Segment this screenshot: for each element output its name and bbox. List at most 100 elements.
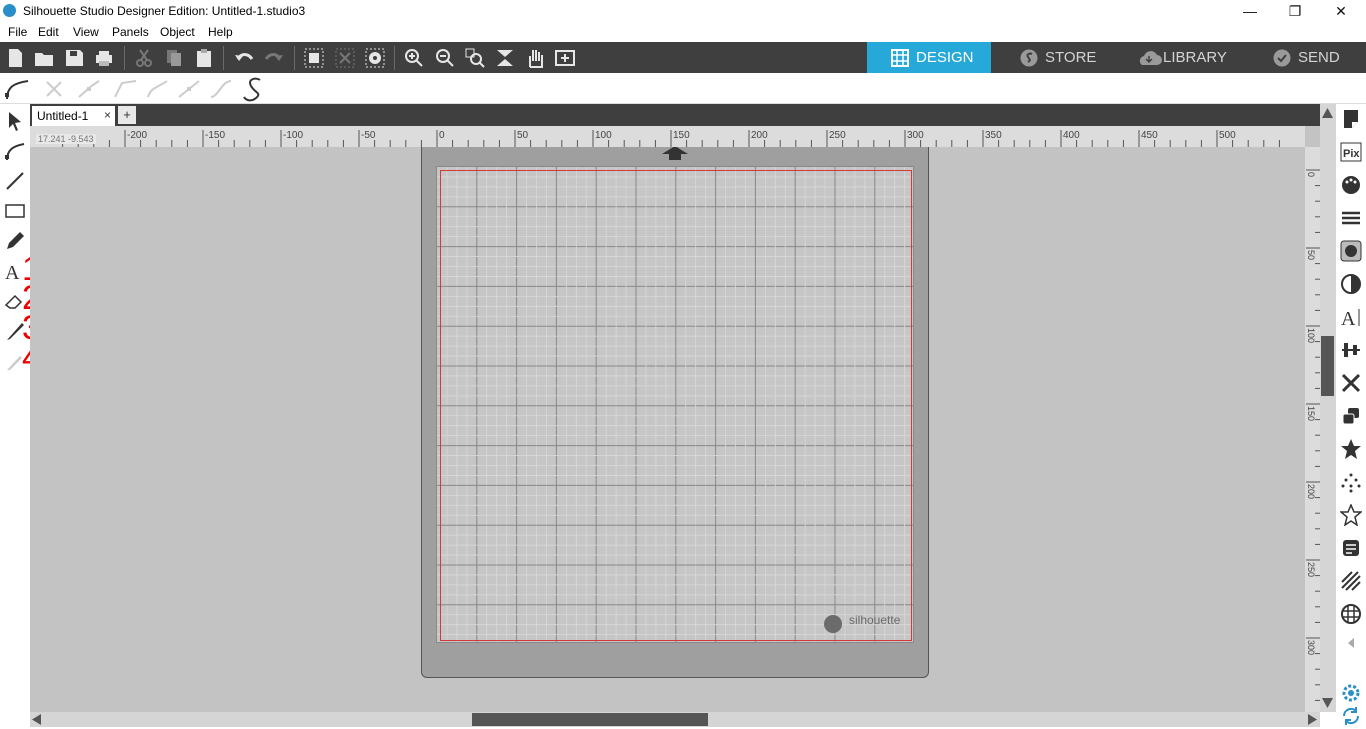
ruler-label: 450: [1141, 130, 1158, 141]
add-page-icon[interactable]: [554, 47, 576, 69]
tab-library[interactable]: LIBRARY: [1115, 42, 1240, 73]
close-button[interactable]: ✕: [1331, 2, 1351, 20]
delete-point-icon[interactable]: [44, 79, 64, 99]
open-folder-icon[interactable]: [33, 47, 55, 69]
app-logo-icon: [3, 4, 16, 17]
add-tab-button[interactable]: +: [118, 106, 136, 124]
shapes-star-outline-icon[interactable]: [1340, 504, 1362, 526]
menu-panels[interactable]: Panels: [112, 25, 149, 39]
menu-help[interactable]: Help: [208, 25, 233, 39]
scroll-down-icon[interactable]: [1322, 698, 1333, 708]
menu-edit[interactable]: Edit: [38, 25, 59, 39]
modify-star-icon[interactable]: [1340, 438, 1362, 460]
compound-path-icon[interactable]: [364, 47, 386, 69]
pixscan-icon[interactable]: Pix: [1340, 141, 1362, 163]
print-icon[interactable]: [93, 47, 115, 69]
tab-store[interactable]: STORE: [991, 42, 1115, 73]
fill-pattern-icon[interactable]: [1340, 240, 1362, 262]
ruler-label: 350: [985, 130, 1002, 141]
curve-line-icon[interactable]: [208, 77, 234, 101]
simplify-path-icon[interactable]: [240, 75, 268, 103]
close-tab-icon[interactable]: ×: [104, 108, 111, 122]
tab-send[interactable]: SEND: [1240, 42, 1366, 73]
ungroup-icon[interactable]: [334, 47, 356, 69]
collapse-panel-icon[interactable]: [1340, 632, 1362, 654]
fill-gradient-icon[interactable]: [1340, 273, 1362, 295]
cursor-coordinates: 17.241 -9.543: [36, 134, 96, 144]
edit-points-icon[interactable]: [4, 77, 30, 101]
toolbar-separator: [124, 46, 125, 70]
library-grid-icon[interactable]: [1340, 603, 1362, 625]
ruler-label: -200: [127, 130, 147, 141]
fit-to-page-icon[interactable]: [494, 47, 516, 69]
menu-object[interactable]: Object: [160, 25, 195, 39]
text-style-icon[interactable]: A: [1340, 306, 1362, 328]
svg-text:A: A: [1341, 308, 1356, 328]
toolbar-separator: [294, 46, 295, 70]
settings-gear-icon[interactable]: [1340, 682, 1362, 704]
point-edit-icon[interactable]: [4, 140, 26, 162]
line-style-icon[interactable]: [1340, 207, 1362, 229]
scroll-up-icon[interactable]: [1322, 108, 1333, 118]
break-path-icon[interactable]: [76, 77, 102, 101]
cut-scissors-icon[interactable]: [133, 47, 155, 69]
page-setup-icon[interactable]: [1340, 108, 1362, 130]
right-panel-toolbar: Pix A: [1336, 104, 1366, 729]
redo-icon[interactable]: [263, 47, 285, 69]
restore-button[interactable]: ❐: [1285, 2, 1305, 20]
make-corner-icon[interactable]: [112, 77, 138, 101]
tab-design-label: DESIGN: [916, 49, 974, 66]
check-circle-icon: [1273, 49, 1291, 67]
design-canvas[interactable]: silhouette: [30, 126, 1320, 712]
vertical-scroll-thumb[interactable]: [1321, 336, 1334, 396]
ruler-label: 250: [1306, 562, 1316, 577]
cloud-icon: [1139, 51, 1162, 65]
copy-icon[interactable]: [163, 47, 185, 69]
transform-icon[interactable]: [1340, 372, 1362, 394]
minimize-button[interactable]: —: [1240, 2, 1260, 20]
select-arrow-icon[interactable]: [4, 110, 26, 132]
horizontal-scrollbar[interactable]: [30, 712, 1320, 727]
paste-clipboard-icon[interactable]: [193, 47, 215, 69]
ruler-label: 0: [1306, 172, 1316, 177]
ruler-label: 300: [1306, 640, 1316, 655]
menu-view[interactable]: View: [73, 25, 99, 39]
make-smooth-icon[interactable]: [145, 77, 171, 101]
zoom-out-icon[interactable]: [434, 47, 456, 69]
ruler-label: 500: [1219, 130, 1236, 141]
cut-border: [440, 170, 912, 641]
sketch-hatch-icon[interactable]: [1340, 570, 1362, 592]
sync-icon[interactable]: [1340, 705, 1362, 727]
zoom-in-icon[interactable]: [403, 47, 425, 69]
ruler-label: 150: [673, 130, 690, 141]
silhouette-s-icon: [1020, 49, 1038, 67]
zoom-select-icon[interactable]: [464, 47, 486, 69]
mat-brand: silhouette: [849, 613, 901, 627]
ruler-label: 150: [1306, 406, 1316, 421]
horizontal-scroll-thumb[interactable]: [472, 713, 708, 726]
scroll-left-icon[interactable]: [32, 714, 42, 725]
group-icon[interactable]: [303, 47, 325, 69]
scroll-right-icon[interactable]: [1307, 714, 1317, 725]
title-bar: Silhouette Studio Designer Edition: Unti…: [0, 0, 1366, 22]
save-icon[interactable]: [63, 47, 85, 69]
ruler-label: 50: [517, 130, 529, 141]
grid-icon: [891, 49, 909, 67]
draw-pencil-icon[interactable]: [4, 230, 26, 252]
replicate-icon[interactable]: [1340, 405, 1362, 427]
pan-hand-icon[interactable]: [524, 47, 546, 69]
undo-icon[interactable]: [233, 47, 255, 69]
line-tool-icon[interactable]: [4, 170, 26, 192]
new-document-icon[interactable]: [4, 47, 26, 69]
trace-icon[interactable]: [1340, 537, 1362, 559]
menu-file[interactable]: File: [8, 25, 27, 39]
vertical-scrollbar[interactable]: [1320, 104, 1336, 712]
offset-dots-icon[interactable]: [1340, 471, 1362, 493]
fill-color-palette-icon[interactable]: [1340, 174, 1362, 196]
tab-design[interactable]: DESIGN: [867, 42, 991, 73]
ruler-label: 100: [1306, 328, 1316, 343]
rectangle-tool-icon[interactable]: [4, 200, 26, 222]
align-icon[interactable]: [1340, 339, 1362, 361]
document-tab[interactable]: Untitled-1 ×: [32, 106, 115, 126]
straighten-line-icon[interactable]: [176, 77, 202, 101]
